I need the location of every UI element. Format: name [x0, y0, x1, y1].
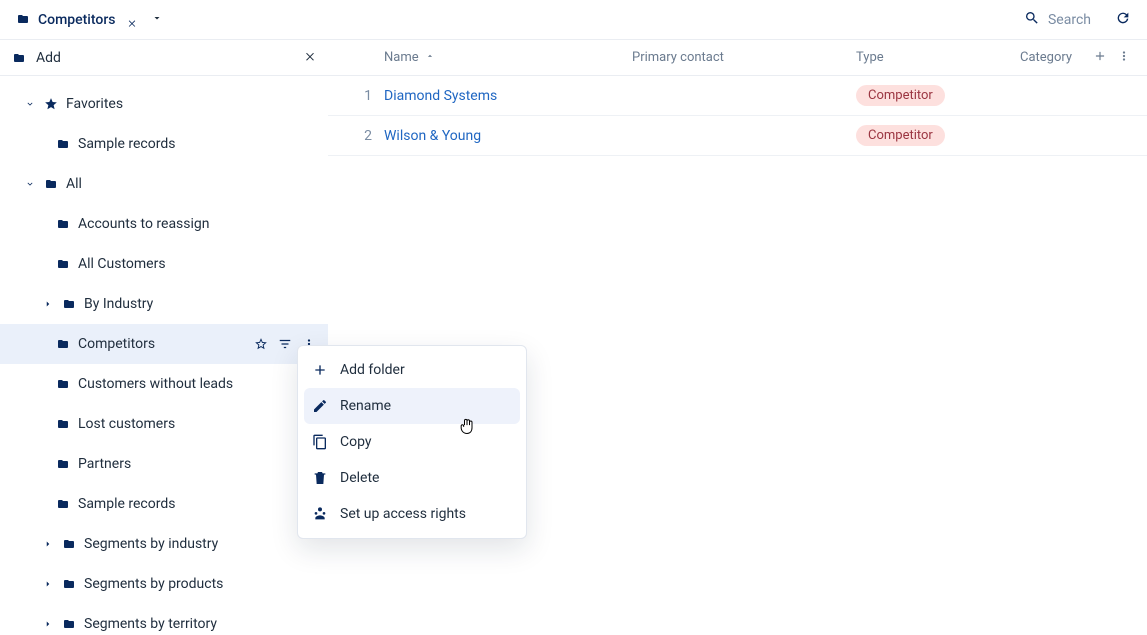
table-row[interactable]: 1 Diamond Systems Competitor: [328, 76, 1147, 116]
filter-icon[interactable]: [278, 337, 292, 351]
sidebar-item-customers-without-leads[interactable]: Customers without leads: [0, 364, 328, 404]
col-header-category[interactable]: Category: [1020, 50, 1076, 65]
sidebar-item-partners[interactable]: Partners: [0, 444, 328, 484]
menu-delete[interactable]: Delete: [298, 460, 526, 496]
add-label: Add: [36, 50, 61, 66]
search-button[interactable]: Search: [1024, 10, 1091, 30]
type-tag: Competitor: [856, 85, 945, 106]
folder-icon: [62, 298, 76, 310]
star-icon: [44, 97, 58, 111]
close-sidebar-button[interactable]: [304, 50, 316, 66]
chevron-right-icon: [42, 619, 54, 629]
tree-label: All: [66, 176, 82, 192]
folder-icon: [56, 258, 70, 270]
refresh-button[interactable]: [1115, 10, 1131, 30]
folder-icon: [62, 538, 76, 550]
context-menu: Add folder Rename Copy Delete Set up acc…: [297, 345, 527, 539]
table-header: Name Primary contact Type Category: [328, 40, 1147, 75]
type-tag: Competitor: [856, 125, 945, 146]
sidebar-item-lost-customers[interactable]: Lost customers: [0, 404, 328, 444]
chevron-down-icon: [24, 99, 36, 109]
col-header-primary-contact[interactable]: Primary contact: [632, 50, 856, 65]
chevron-right-icon: [42, 299, 54, 309]
tree-label: Customers without leads: [78, 376, 233, 392]
sidebar-item-all-customers[interactable]: All Customers: [0, 244, 328, 284]
sidebar-item-competitors[interactable]: Competitors: [0, 324, 328, 364]
folder-icon: [56, 218, 70, 230]
folder-icon: [56, 418, 70, 430]
tree-label: Sample records: [78, 496, 175, 512]
folder-icon: [62, 578, 76, 590]
sidebar-item-accounts-to-reassign[interactable]: Accounts to reassign: [0, 204, 328, 244]
tree-label: Sample records: [78, 136, 175, 152]
menu-label: Set up access rights: [340, 506, 466, 522]
row-number: 2: [328, 128, 384, 144]
tree-label: All Customers: [78, 256, 166, 272]
header-bar: Competitors Search: [0, 0, 1147, 40]
folder-icon: [16, 13, 30, 27]
sidebar-item-favorites[interactable]: Favorites: [0, 84, 328, 124]
col-header-type[interactable]: Type: [856, 50, 1020, 65]
search-label: Search: [1048, 12, 1091, 28]
add-column-button[interactable]: [1093, 49, 1107, 67]
sidebar-item-segments-by-industry[interactable]: Segments by industry: [0, 524, 328, 564]
chevron-right-icon: [42, 539, 54, 549]
chevron-right-icon: [42, 579, 54, 589]
row-number: 1: [328, 88, 384, 104]
folder-icon: [56, 498, 70, 510]
close-icon[interactable]: [127, 16, 135, 24]
menu-label: Delete: [340, 470, 379, 486]
sidebar-item-segments-by-products[interactable]: Segments by products: [0, 564, 328, 604]
cell-name-link[interactable]: Diamond Systems: [384, 88, 632, 104]
tab-label: Competitors: [38, 12, 115, 28]
folder-icon: [12, 52, 26, 64]
menu-label: Add folder: [340, 362, 405, 378]
folder-icon: [56, 338, 70, 350]
chevron-down-icon: [24, 179, 36, 189]
sidebar-item-all[interactable]: All: [0, 164, 328, 204]
sidebar-item-sample-records-fav[interactable]: Sample records: [0, 124, 328, 164]
tree-label: Segments by industry: [84, 536, 218, 552]
subheader: Add Name Primary contact Type Category: [0, 40, 1147, 76]
add-button[interactable]: Add: [12, 50, 61, 66]
cell-type: Competitor: [856, 85, 1020, 106]
cell-type: Competitor: [856, 125, 1020, 146]
refresh-icon: [1115, 14, 1131, 30]
tree-label: By Industry: [84, 296, 153, 312]
folder-icon: [44, 178, 58, 190]
table-row[interactable]: 2 Wilson & Young Competitor: [328, 116, 1147, 156]
tab-dropdown[interactable]: [151, 12, 163, 28]
folder-icon: [62, 618, 76, 630]
tree-label: Favorites: [66, 96, 123, 112]
sidebar-item-segments-by-territory[interactable]: Segments by territory: [0, 604, 328, 635]
cell-name-link[interactable]: Wilson & Young: [384, 128, 632, 144]
col-header-name[interactable]: Name: [384, 50, 632, 65]
favorite-toggle[interactable]: [254, 337, 268, 351]
tree-label: Segments by products: [84, 576, 223, 592]
tree-label: Competitors: [78, 336, 155, 352]
menu-label: Rename: [340, 398, 391, 414]
table-options-button[interactable]: [1117, 49, 1131, 67]
sort-up-icon: [425, 50, 435, 65]
menu-copy[interactable]: Copy: [298, 424, 526, 460]
sidebar-item-by-industry[interactable]: By Industry: [0, 284, 328, 324]
folder-icon: [56, 378, 70, 390]
menu-label: Copy: [340, 434, 372, 450]
tree-label: Lost customers: [78, 416, 175, 432]
menu-rename[interactable]: Rename: [304, 388, 520, 424]
tree-label: Partners: [78, 456, 131, 472]
tree-label: Accounts to reassign: [78, 216, 210, 232]
menu-access-rights[interactable]: Set up access rights: [298, 496, 526, 532]
tree-label: Segments by territory: [84, 616, 217, 632]
folder-icon: [56, 458, 70, 470]
breadcrumb-tab[interactable]: Competitors: [16, 12, 135, 28]
menu-add-folder[interactable]: Add folder: [298, 352, 526, 388]
sidebar-item-sample-records[interactable]: Sample records: [0, 484, 328, 524]
folder-icon: [56, 138, 70, 150]
sidebar: Favorites Sample records All Accounts to…: [0, 76, 328, 635]
search-icon: [1024, 10, 1040, 30]
